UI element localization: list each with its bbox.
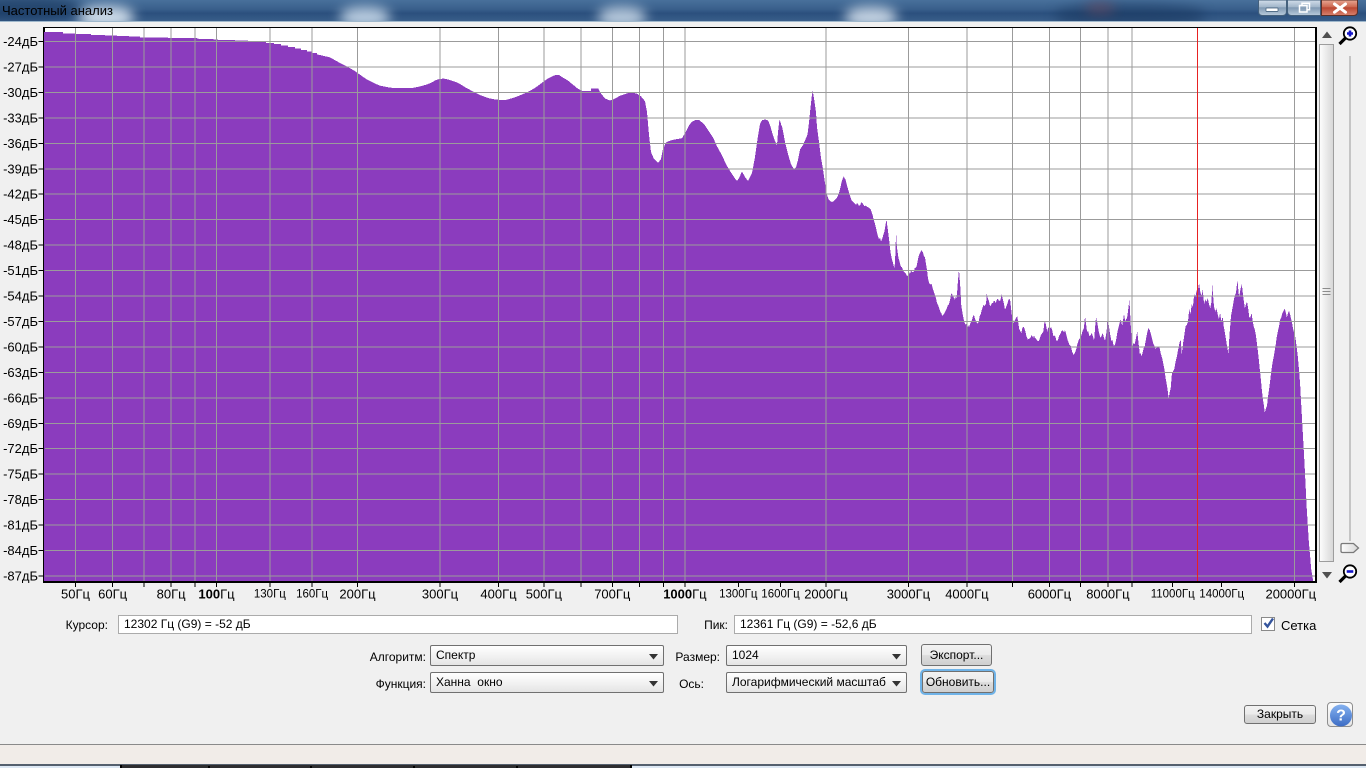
svg-text:-75дБ: -75дБ — [3, 467, 38, 482]
svg-text:-24дБ: -24дБ — [3, 34, 38, 49]
svg-text:-87дБ: -87дБ — [3, 569, 38, 584]
svg-text:200Гц: 200Гц — [339, 587, 376, 602]
svg-text:1600Гц: 1600Гц — [761, 589, 800, 601]
svg-text:-33дБ: -33дБ — [3, 110, 38, 125]
svg-text:-69дБ: -69дБ — [3, 416, 38, 431]
svg-text:500Гц: 500Гц — [526, 587, 563, 602]
svg-text:1300Гц: 1300Гц — [719, 589, 758, 601]
svg-text:-45дБ: -45дБ — [3, 212, 38, 227]
svg-text:100Гц: 100Гц — [198, 587, 235, 602]
svg-text:-51дБ: -51дБ — [3, 263, 38, 278]
svg-text:1000Гц: 1000Гц — [663, 587, 707, 602]
svg-text:-60дБ: -60дБ — [3, 339, 38, 354]
svg-text:-54дБ: -54дБ — [3, 289, 38, 304]
svg-text:6000Гц: 6000Гц — [1028, 587, 1072, 602]
svg-text:-48дБ: -48дБ — [3, 238, 38, 253]
svg-text:-63дБ: -63дБ — [3, 365, 38, 380]
svg-text:-72дБ: -72дБ — [3, 441, 38, 456]
svg-text:130Гц: 130Гц — [254, 589, 286, 601]
svg-text:80Гц: 80Гц — [157, 587, 186, 602]
svg-text:60Гц: 60Гц — [98, 587, 127, 602]
svg-text:3000Гц: 3000Гц — [887, 587, 931, 602]
svg-text:-27дБ: -27дБ — [3, 60, 38, 75]
svg-text:700Гц: 700Гц — [594, 587, 631, 602]
svg-text:300Гц: 300Гц — [422, 587, 459, 602]
svg-text:-42дБ: -42дБ — [3, 187, 38, 202]
svg-text:4000Гц: 4000Гц — [945, 587, 989, 602]
svg-text:-84дБ: -84дБ — [3, 543, 38, 558]
svg-text:8000Гц: 8000Гц — [1086, 587, 1130, 602]
svg-text:14000Гц: 14000Гц — [1199, 589, 1244, 601]
svg-text:-81дБ: -81дБ — [3, 518, 38, 533]
svg-text:-66дБ: -66дБ — [3, 390, 38, 405]
svg-text:400Гц: 400Гц — [480, 587, 517, 602]
svg-text:-78дБ: -78дБ — [3, 492, 38, 507]
svg-text:11000Гц: 11000Гц — [1151, 589, 1195, 601]
svg-text:-36дБ: -36дБ — [3, 136, 38, 151]
svg-text:50Гц: 50Гц — [61, 587, 90, 602]
svg-text:160Гц: 160Гц — [296, 589, 328, 601]
svg-text:?: ? — [1336, 708, 1346, 725]
svg-text:-30дБ: -30дБ — [3, 85, 38, 100]
svg-text:2000Гц: 2000Гц — [804, 587, 848, 602]
svg-text:20000Гц: 20000Гц — [1265, 587, 1316, 602]
svg-text:-57дБ: -57дБ — [3, 314, 38, 329]
svg-text:-39дБ: -39дБ — [3, 161, 38, 176]
